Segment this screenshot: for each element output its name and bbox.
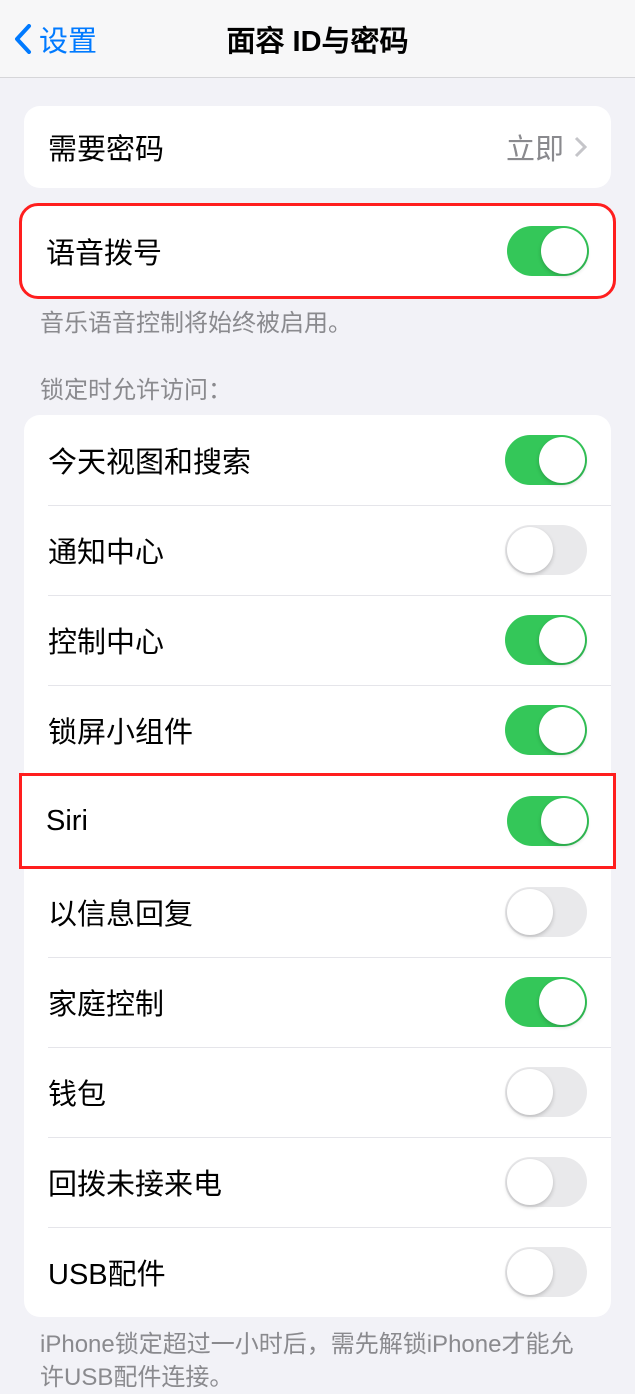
toggle-knob <box>507 889 553 935</box>
usb-accessories-toggle[interactable] <box>505 1247 587 1297</box>
lock-item-today: 今天视图和搜索 <box>24 415 611 505</box>
lock-item-label: 钱包 <box>48 1071 106 1113</box>
toggle-knob <box>507 1249 553 1295</box>
lock-item-label: 锁屏小组件 <box>48 709 193 751</box>
lock-item-usb-accessories: USB配件 <box>24 1227 611 1317</box>
lock-widgets-toggle[interactable] <box>505 705 587 755</box>
lock-item-notification: 通知中心 <box>24 505 611 595</box>
toggle-knob <box>539 707 585 753</box>
return-calls-toggle[interactable] <box>505 1157 587 1207</box>
require-passcode-label: 需要密码 <box>48 126 164 168</box>
toggle-knob <box>507 1069 553 1115</box>
toggle-knob <box>541 228 587 274</box>
lock-item-control-center: 控制中心 <box>24 595 611 685</box>
lock-item-label: 今天视图和搜索 <box>48 439 251 481</box>
lock-item-home-control: 家庭控制 <box>24 957 611 1047</box>
reply-message-toggle[interactable] <box>505 887 587 937</box>
group-voice-dial: 语音拨号 <box>22 206 613 296</box>
voice-dial-label: 语音拨号 <box>46 230 162 272</box>
toggle-knob <box>539 617 585 663</box>
lock-item-return-missed-calls: 回拨未接来电 <box>24 1137 611 1227</box>
toggle-knob <box>541 798 587 844</box>
lock-access-header: 锁定时允许访问： <box>0 340 635 415</box>
lock-item-label: Siri <box>46 805 88 838</box>
require-passcode-value: 立即 <box>506 126 564 168</box>
lock-item-siri: Siri <box>22 776 613 866</box>
lock-access-footer: iPhone锁定超过一小时后，需先解锁iPhone才能允许USB配件连接。 <box>0 1317 635 1394</box>
lock-item-label: 控制中心 <box>48 619 164 661</box>
group-lock-access-bottom: 以信息回复 家庭控制 钱包 回拨未接来电 USB配件 <box>24 866 611 1317</box>
notification-toggle[interactable] <box>505 525 587 575</box>
lock-item-label: 通知中心 <box>48 529 164 571</box>
group-lock-access-top: 今天视图和搜索 通知中心 控制中心 锁屏小组件 <box>24 415 611 776</box>
home-control-toggle[interactable] <box>505 977 587 1027</box>
toggle-knob <box>507 527 553 573</box>
chevron-left-icon <box>14 24 33 54</box>
toggle-knob <box>539 979 585 1025</box>
today-toggle[interactable] <box>505 435 587 485</box>
back-button[interactable]: 设置 <box>0 18 97 60</box>
lock-item-wallet: 钱包 <box>24 1047 611 1137</box>
require-passcode-row[interactable]: 需要密码 立即 <box>24 106 611 188</box>
lock-item-label: 回拨未接来电 <box>48 1161 222 1203</box>
require-passcode-value-wrap: 立即 <box>506 126 587 168</box>
siri-toggle[interactable] <box>507 796 589 846</box>
back-label: 设置 <box>39 18 97 60</box>
lock-item-reply-message: 以信息回复 <box>24 867 611 957</box>
nav-bar: 设置 面容 ID与密码 <box>0 0 635 78</box>
toggle-knob <box>507 1159 553 1205</box>
voice-dial-row: 语音拨号 <box>22 206 613 296</box>
lock-item-lock-widgets: 锁屏小组件 <box>24 685 611 775</box>
voice-dial-toggle[interactable] <box>507 226 589 276</box>
lock-item-siri-highlight: Siri <box>22 776 613 866</box>
control-center-toggle[interactable] <box>505 615 587 665</box>
lock-item-label: 以信息回复 <box>48 891 193 933</box>
content: 需要密码 立即 语音拨号 音乐语音控制将始终被启用。 锁定时允许访问： 今天视图… <box>0 106 635 1394</box>
lock-item-label: 家庭控制 <box>48 981 164 1023</box>
lock-item-label: USB配件 <box>48 1251 166 1293</box>
chevron-right-icon <box>574 136 587 158</box>
group-require-passcode: 需要密码 立即 <box>24 106 611 188</box>
toggle-knob <box>539 437 585 483</box>
voice-dial-footer: 音乐语音控制将始终被启用。 <box>0 296 635 340</box>
wallet-toggle[interactable] <box>505 1067 587 1117</box>
